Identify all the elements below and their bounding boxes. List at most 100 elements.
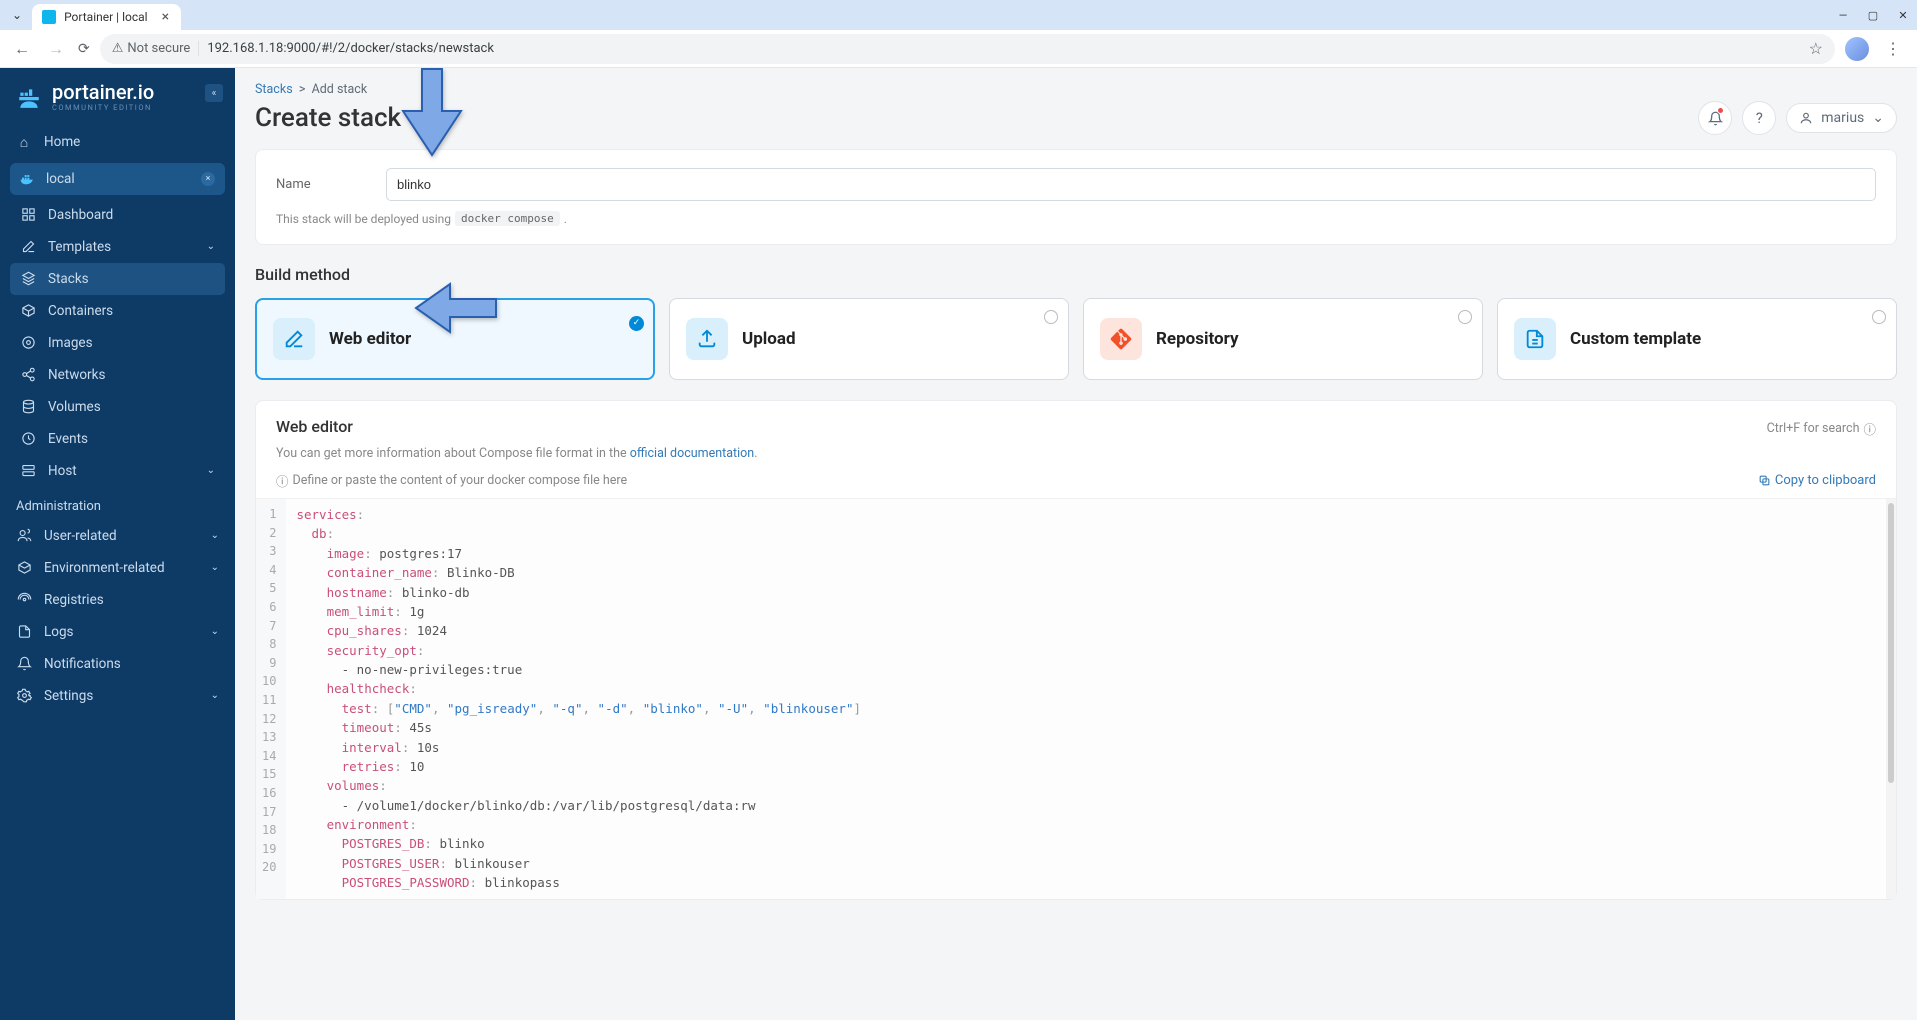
copy-to-clipboard-button[interactable]: Copy to clipboard (1758, 473, 1876, 488)
share-icon (20, 367, 36, 382)
build-method-web-editor[interactable]: Web editor✓ (255, 298, 655, 380)
notification-dot-icon (1717, 107, 1724, 114)
environment-close-icon[interactable]: × (201, 172, 215, 186)
tab-close-icon[interactable]: × (162, 9, 169, 25)
sidebar-item-containers[interactable]: Containers (10, 295, 225, 327)
notifications-button[interactable] (1698, 101, 1732, 135)
method-radio (1044, 309, 1058, 323)
address-bar[interactable]: ⚠ Not secure 192.168.1.18:9000/#!/2/dock… (100, 34, 1835, 64)
page-title: Create stack ⟳ (255, 103, 423, 133)
chevron-down-icon: ⌄ (211, 626, 219, 637)
warning-icon: ⚠ (112, 41, 124, 56)
disc-icon (20, 335, 36, 350)
git-icon (1100, 318, 1142, 360)
method-title: Repository (1156, 329, 1239, 349)
chevron-down-icon: ⌄ (1872, 110, 1884, 126)
tabs-dropdown[interactable]: ⌄ (8, 6, 26, 24)
browser-menu-button[interactable]: ⋮ (1879, 39, 1907, 58)
help-icon[interactable]: ⓘ (1863, 419, 1876, 438)
sidebar-item-templates[interactable]: Templates⌄ (10, 231, 225, 263)
stack-name-input[interactable] (386, 168, 1876, 201)
radio-checked-icon: ✓ (629, 316, 644, 331)
logo[interactable]: portainer.io COMMUNITY EDITION « (0, 68, 235, 126)
build-method-repository[interactable]: Repository (1083, 298, 1483, 380)
name-label: Name (276, 177, 386, 192)
portainer-logo-icon (16, 84, 42, 110)
cube-icon (16, 560, 32, 575)
chevron-down-icon: ⌄ (207, 241, 215, 252)
line-numbers: 1234567891011121314151617181920 (256, 499, 286, 899)
build-method-upload[interactable]: Upload (669, 298, 1069, 380)
sidebar-item-label: Settings (44, 688, 93, 704)
method-radio (1872, 309, 1886, 323)
window-maximize-button[interactable]: ▢ (1867, 9, 1879, 21)
browser-tab[interactable]: Portainer | local × (32, 4, 181, 30)
breadcrumb-root[interactable]: Stacks (255, 82, 293, 97)
file-icon (16, 624, 32, 639)
breadcrumb: Stacks > Add stack (235, 68, 1917, 101)
name-panel: Name This stack will be deployed using d… (255, 149, 1897, 245)
logo-text: portainer.io (52, 82, 154, 102)
sidebar-item-environment-related[interactable]: Environment-related ⌄ (0, 552, 235, 584)
code-editor[interactable]: 1234567891011121314151617181920 services… (256, 498, 1896, 899)
sidebar-item-label: Events (48, 431, 88, 447)
chevron-down-icon: ⌄ (211, 562, 219, 573)
sidebar-item-label: Networks (48, 367, 105, 383)
sidebar-item-events[interactable]: Events (10, 423, 225, 455)
method-radio: ✓ (629, 310, 643, 324)
grid-icon (20, 207, 36, 222)
edit-icon (273, 318, 315, 360)
clock-icon (20, 431, 36, 446)
sidebar-item-user-related[interactable]: User-related⌄ (0, 520, 235, 552)
sidebar-item-label: Images (48, 335, 93, 351)
sidebar-item-label: Environment-related (44, 560, 165, 576)
sidebar-item-host[interactable]: Host⌄ (10, 455, 225, 487)
nav-forward-button[interactable]: → (44, 35, 68, 63)
user-menu[interactable]: marius ⌄ (1786, 103, 1897, 133)
gear-icon (16, 688, 32, 703)
editor-description: You can get more information about Compo… (256, 442, 1896, 461)
window-minimize-button[interactable]: — (1837, 9, 1849, 21)
chevron-down-icon: ⌄ (211, 690, 219, 701)
window-close-button[interactable]: ✕ (1897, 9, 1909, 21)
refresh-icon[interactable]: ⟳ (409, 109, 422, 128)
chevron-down-icon: ⌄ (207, 465, 215, 476)
sidebar-item-registries[interactable]: Registries (0, 584, 235, 616)
sidebar-environment-header[interactable]: local × (10, 163, 225, 195)
code-content[interactable]: services: db: image: postgres:17 contain… (286, 499, 1886, 899)
nav-back-button[interactable]: ← (10, 35, 34, 63)
security-chip[interactable]: ⚠ Not secure (112, 41, 200, 56)
code-scrollbar[interactable] (1886, 499, 1896, 899)
sidebar-item-home[interactable]: ⌂ Home (0, 126, 235, 159)
page-title-text: Create stack (255, 103, 401, 133)
sidebar-item-settings[interactable]: Settings ⌄ (0, 680, 235, 712)
user-name: marius (1821, 110, 1864, 126)
sidebar-item-images[interactable]: Images (10, 327, 225, 359)
sidebar-item-label: Logs (44, 624, 74, 640)
sidebar-item-networks[interactable]: Networks (10, 359, 225, 391)
bookmark-icon[interactable]: ☆ (1809, 39, 1823, 58)
editor-doc-link[interactable]: official documentation (630, 446, 754, 461)
browser-tabbar: ⌄ Portainer | local × — ▢ ✕ (0, 0, 1917, 30)
sidebar-item-label: Containers (48, 303, 113, 319)
editor-search-hint: Ctrl+F for search ⓘ (1767, 419, 1876, 438)
build-method-custom-template[interactable]: Custom template (1497, 298, 1897, 380)
browser-profile-avatar[interactable] (1845, 37, 1869, 61)
nav-reload-button[interactable]: ⟳ (78, 41, 90, 57)
sidebar-item-stacks[interactable]: Stacks (10, 263, 225, 295)
sidebar-item-logs[interactable]: Logs ⌄ (0, 616, 235, 648)
sidebar-item-notifications[interactable]: Notifications (0, 648, 235, 680)
security-label: Not secure (127, 41, 190, 56)
home-icon: ⌂ (16, 134, 32, 151)
help-button[interactable]: ? (1742, 101, 1776, 135)
docker-icon (20, 171, 36, 187)
sidebar-item-label: Volumes (48, 399, 101, 415)
users-icon (16, 528, 32, 543)
sidebar-collapse-button[interactable]: « (205, 84, 223, 102)
main-content: Stacks > Add stack Create stack ⟳ ? (235, 68, 1917, 1020)
radio-icon (16, 592, 32, 607)
sidebar-item-label: Stacks (48, 271, 89, 287)
sidebar-item-dashboard[interactable]: Dashboard (10, 199, 225, 231)
edit-icon (20, 239, 36, 254)
sidebar-item-volumes[interactable]: Volumes (10, 391, 225, 423)
